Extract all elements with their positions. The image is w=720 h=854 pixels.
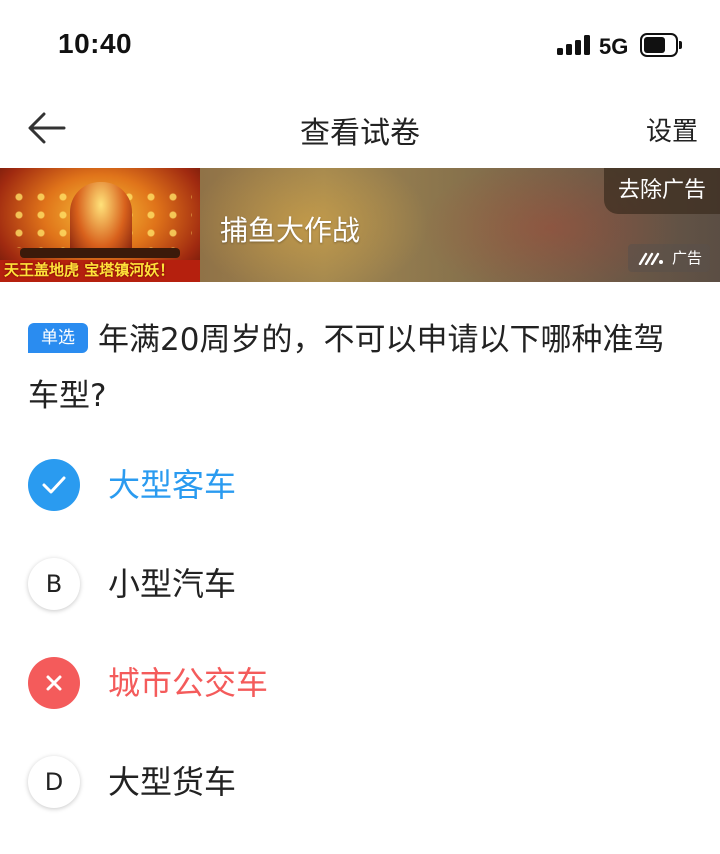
ad-banner[interactable]: 天王盖地虎 宝塔镇河妖！ 捕鱼大作战 去除广告 广告 xyxy=(0,168,720,282)
option-text: 城市公交车 xyxy=(108,664,269,702)
nav-bar: 查看试卷 设置 xyxy=(0,90,720,168)
option-c[interactable]: 城市公交车 xyxy=(28,657,528,711)
ad-thumbnail-text: 天王盖地虎 宝塔镇河妖！ xyxy=(4,261,175,279)
ad-title: 捕鱼大作战 xyxy=(220,214,361,247)
ad-thumbnail-image: 天王盖地虎 宝塔镇河妖！ xyxy=(0,168,200,282)
status-bar: 10:40 5G xyxy=(0,0,720,90)
option-letter-d: D xyxy=(28,756,80,808)
question: 单选 年满20周岁的，不可以申请以下哪种准驾车型? xyxy=(28,312,688,424)
option-d[interactable]: D 大型货车 xyxy=(28,756,528,810)
battery-icon xyxy=(640,33,682,57)
ad-label-badge: 广告 xyxy=(627,244,710,272)
page-title: 查看试卷 xyxy=(300,116,420,151)
settings-button[interactable]: 设置 xyxy=(646,111,698,148)
network-type: 5G xyxy=(599,34,629,59)
option-b[interactable]: B 小型汽车 xyxy=(28,558,528,612)
ad-label-text: 广告 xyxy=(671,249,702,267)
remove-ad-button[interactable]: 去除广告 xyxy=(603,168,720,214)
cross-icon xyxy=(28,657,80,709)
check-icon xyxy=(28,459,80,511)
cellular-signal-icon xyxy=(557,35,591,55)
status-time: 10:40 xyxy=(58,28,133,59)
question-text: 年满20周岁的，不可以申请以下哪种准驾车型? xyxy=(28,322,665,414)
option-a[interactable]: 大型客车 xyxy=(28,459,528,513)
option-text: 大型客车 xyxy=(108,466,237,504)
ad-network-logo-icon xyxy=(638,252,663,265)
option-text: 小型汽车 xyxy=(108,565,237,603)
option-letter-b: B xyxy=(28,558,80,610)
option-text: 大型货车 xyxy=(108,763,237,801)
question-type-badge: 单选 xyxy=(28,322,88,353)
